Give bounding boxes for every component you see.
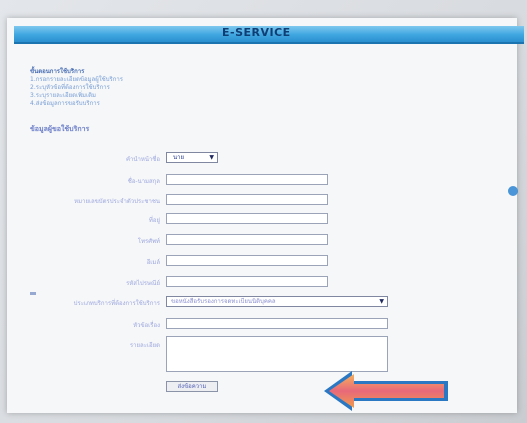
address-input[interactable] <box>166 213 328 224</box>
page-title: E-SERVICE <box>222 26 291 36</box>
prefix-label: คำนำหน้าชื่อ <box>126 156 160 163</box>
step-item: 4.ส่งข้อมูลการขอรับบริการ <box>30 100 100 107</box>
phone-label: โทรศัพท์ <box>137 238 160 245</box>
service-type-label: ประเภทบริการที่ต้องการใช้บริการ <box>73 300 160 307</box>
postcode-label: รหัสไปรษณีย์ <box>126 280 160 287</box>
fullname-input[interactable] <box>166 174 328 185</box>
subject-input[interactable] <box>166 318 388 329</box>
blue-dot <box>508 186 518 196</box>
id-card-label: หมายเลขบัตรประจำตัวประชาชน <box>74 198 160 205</box>
chevron-down-icon: ▼ <box>379 298 384 305</box>
prefix-value: นาย <box>173 154 184 161</box>
id-card-input[interactable] <box>166 194 328 205</box>
ink-mark <box>30 292 36 295</box>
fullname-label: ชื่อ-นามสกุล <box>127 178 160 185</box>
steps-heading: ขั้นตอนการใช้บริการ <box>30 68 85 75</box>
section-title: ข้อมูลผู้ขอใช้บริการ <box>30 125 90 133</box>
step-item: 2.ระบุหัวข้อที่ต้องการใช้บริการ <box>30 84 110 91</box>
chevron-down-icon: ▼ <box>209 154 214 161</box>
phone-input[interactable] <box>166 234 328 245</box>
subject-label: หัวข้อเรื่อง <box>133 322 160 329</box>
service-steps: ขั้นตอนการใช้บริการ 1.กรอกรายละเอียดข้อม… <box>30 68 123 108</box>
email-input[interactable] <box>166 255 328 266</box>
step-item: 1.กรอกรายละเอียดข้อมูลผู้ใช้บริการ <box>30 76 123 83</box>
pointer-arrow-icon <box>322 367 452 415</box>
service-type-value: ขอหนังสือรับรองการจดทะเบียนนิติบุคคล <box>171 298 276 305</box>
postcode-input[interactable] <box>166 276 328 287</box>
prefix-select[interactable]: นาย ▼ <box>166 152 218 163</box>
step-item: 3.ระบุรายละเอียดเพิ่มเติม <box>30 92 96 99</box>
details-label: รายละเอียด <box>129 342 160 349</box>
service-type-select[interactable]: ขอหนังสือรับรองการจดทะเบียนนิติบุคคล ▼ <box>166 296 388 307</box>
submit-button[interactable]: ส่งข้อความ <box>166 381 218 392</box>
address-label: ที่อยู่ <box>148 217 160 224</box>
email-label: อีเมล์ <box>146 259 160 266</box>
